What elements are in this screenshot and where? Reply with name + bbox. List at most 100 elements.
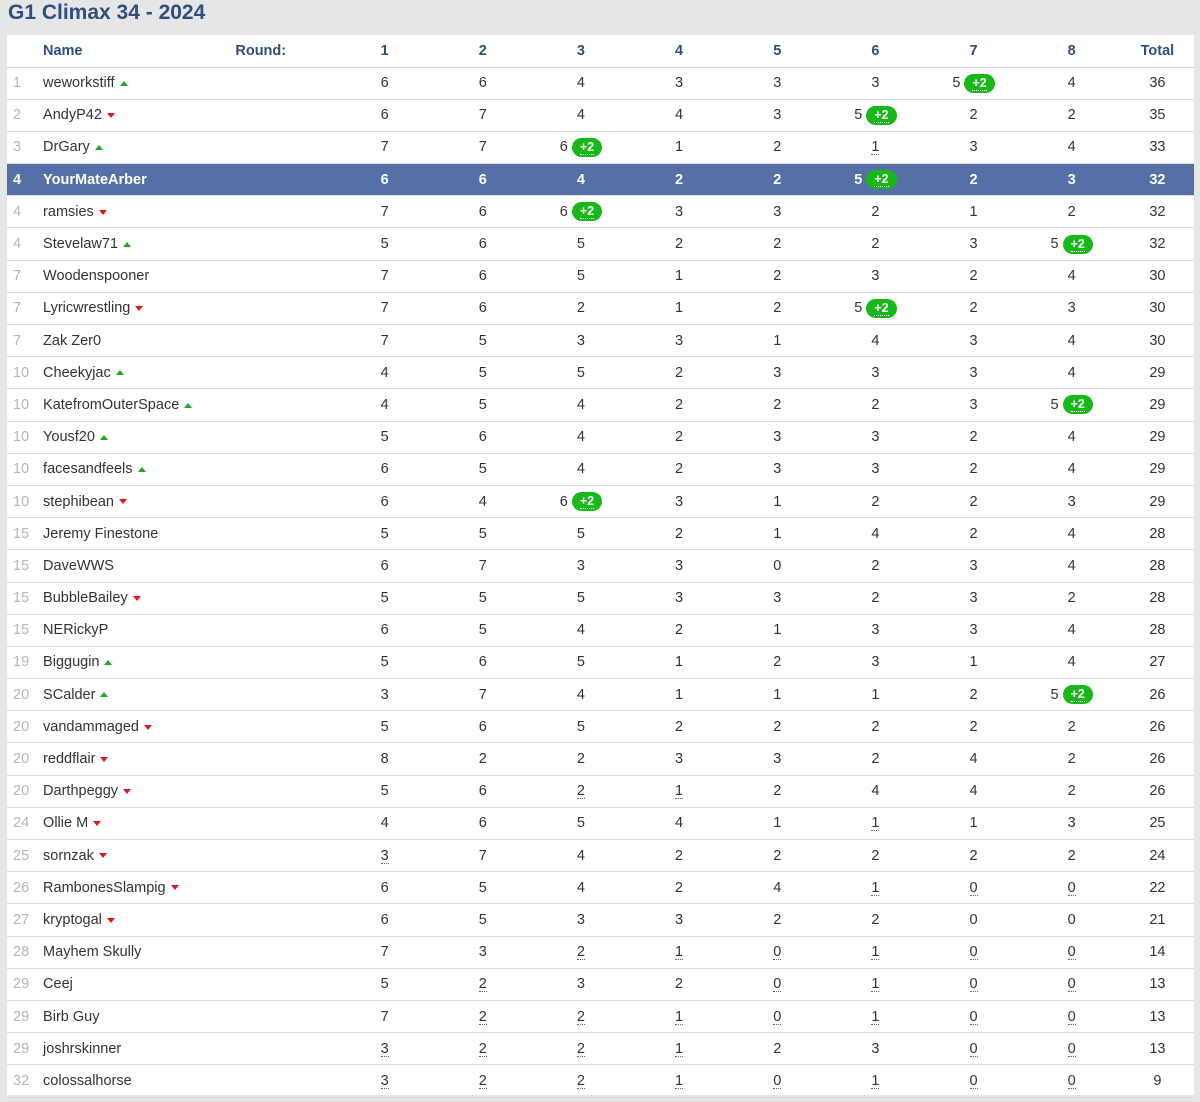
bonus-badge[interactable]: +2 bbox=[1062, 685, 1093, 705]
score-value[interactable]: 3 bbox=[380, 1041, 389, 1057]
score-value[interactable]: 0 bbox=[773, 1009, 782, 1025]
score-value[interactable]: 2 bbox=[576, 945, 585, 961]
table-row[interactable]: 7 Woodenspooner 7 6 5 1 2 3 2 4 30 bbox=[7, 260, 1194, 293]
bonus-badge[interactable]: +2 bbox=[1062, 395, 1093, 415]
table-row[interactable]: 20 Darthpeggy 5 6 2 1 2 4 4 2 26 bbox=[7, 775, 1194, 808]
table-row[interactable]: 15 DaveWWS 6 7 3 3 0 2 3 4 28 bbox=[7, 550, 1194, 582]
table-row[interactable]: 4 ramsies 7 6 6 +2 3 3 2 1 2 32 bbox=[7, 196, 1194, 228]
table-row[interactable]: 4 Stevelaw71 5 6 5 2 2 2 3 5 +2 32 bbox=[7, 228, 1194, 261]
score-value[interactable]: 0 bbox=[773, 977, 782, 993]
player-name[interactable]: ramsies bbox=[43, 204, 94, 220]
table-row[interactable]: 10 KatefromOuterSpace 4 5 4 2 2 2 3 5 +2 29 bbox=[7, 389, 1194, 422]
player-name[interactable]: Mayhem Skully bbox=[43, 944, 141, 960]
score-value[interactable]: 2 bbox=[576, 784, 585, 800]
player-name[interactable]: Cheekyjac bbox=[43, 365, 111, 381]
table-row[interactable]: 15 BubbleBailey 5 5 5 3 3 2 3 2 28 bbox=[7, 582, 1194, 615]
bonus-badge[interactable]: +2 bbox=[964, 73, 995, 93]
table-row-highlighted[interactable]: 4 YourMateArber 6 6 4 2 2 5 +2 2 3 32 bbox=[7, 163, 1194, 196]
bonus-badge[interactable]: +2 bbox=[866, 298, 897, 318]
player-name-cell[interactable]: NERickyP bbox=[37, 614, 335, 646]
table-row[interactable]: 3 DrGary 7 7 6 +2 1 2 1 3 4 33 bbox=[7, 131, 1194, 164]
score-value[interactable]: 1 bbox=[675, 1009, 684, 1025]
table-row[interactable]: 20 SCalder 3 7 4 1 1 1 2 5 +2 26 bbox=[7, 679, 1194, 711]
table-row[interactable]: 24 Ollie M 4 6 5 4 1 1 1 3 25 bbox=[7, 807, 1194, 840]
player-name-cell[interactable]: vandammaged bbox=[37, 711, 335, 743]
player-name[interactable]: Zak Zer0 bbox=[43, 333, 101, 349]
score-value[interactable]: 1 bbox=[675, 945, 684, 961]
player-name-cell[interactable]: Lyricwrestling bbox=[37, 292, 335, 324]
score-value[interactable]: 1 bbox=[871, 816, 880, 832]
player-name-cell[interactable]: Mayhem Skully bbox=[37, 936, 335, 968]
player-name-cell[interactable]: ramsies bbox=[37, 196, 335, 228]
table-row[interactable]: 20 reddflair 8 2 2 3 3 2 4 2 26 bbox=[7, 743, 1194, 776]
header-total[interactable]: Total bbox=[1120, 35, 1194, 68]
header-round-4[interactable]: 4 bbox=[630, 35, 729, 68]
table-row[interactable]: 15 Jeremy Finestone 5 5 5 2 1 4 2 4 28 bbox=[7, 518, 1194, 550]
header-round-2[interactable]: 2 bbox=[433, 35, 532, 68]
player-name[interactable]: Jeremy Finestone bbox=[43, 526, 158, 542]
player-name-cell[interactable]: Woodenspooner bbox=[37, 260, 335, 292]
player-name-cell[interactable]: colossalhorse bbox=[37, 1065, 335, 1097]
player-name[interactable]: KatefromOuterSpace bbox=[43, 397, 179, 413]
score-value[interactable]: 0 bbox=[1067, 1009, 1076, 1025]
bonus-badge[interactable]: +2 bbox=[1062, 234, 1093, 254]
score-value[interactable]: 1 bbox=[675, 1074, 684, 1089]
player-name-cell[interactable]: YourMateArber bbox=[37, 164, 335, 196]
player-name[interactable]: reddflair bbox=[43, 751, 95, 767]
score-value[interactable]: 0 bbox=[969, 1074, 978, 1089]
score-value[interactable]: 1 bbox=[871, 881, 880, 896]
player-name[interactable]: joshrskinner bbox=[43, 1041, 121, 1057]
header-round-3[interactable]: 3 bbox=[531, 35, 630, 68]
player-name[interactable]: YourMateArber bbox=[43, 172, 147, 188]
header-round-5[interactable]: 5 bbox=[728, 35, 827, 68]
table-row[interactable]: 28 Mayhem Skully 7 3 2 1 0 1 0 0 14 bbox=[7, 936, 1194, 969]
score-value[interactable]: 0 bbox=[773, 945, 782, 961]
score-value[interactable]: 1 bbox=[871, 140, 880, 156]
score-value[interactable]: 0 bbox=[1067, 1074, 1076, 1089]
bonus-badge[interactable]: +2 bbox=[571, 492, 603, 512]
player-name[interactable]: SCalder bbox=[43, 687, 95, 703]
score-value[interactable]: 2 bbox=[478, 1074, 487, 1089]
table-row[interactable]: 15 NERickyP 6 5 4 2 1 3 3 4 28 bbox=[7, 614, 1194, 647]
player-name-cell[interactable]: DrGary bbox=[37, 131, 335, 163]
table-row[interactable]: 27 kryptogal 6 5 3 3 2 2 0 0 21 bbox=[7, 904, 1194, 937]
player-name[interactable]: sornzak bbox=[43, 848, 94, 864]
score-value[interactable]: 0 bbox=[773, 1074, 782, 1089]
table-row[interactable]: 20 vandammaged 5 6 5 2 2 2 2 2 26 bbox=[7, 711, 1194, 743]
score-value[interactable]: 1 bbox=[675, 784, 684, 800]
table-row[interactable]: 2 AndyP42 6 7 4 4 3 5 +2 2 2 35 bbox=[7, 99, 1194, 132]
player-name-cell[interactable]: sornzak bbox=[37, 840, 335, 872]
score-value[interactable]: 0 bbox=[1067, 881, 1076, 896]
player-name-cell[interactable]: Ollie M bbox=[37, 807, 335, 839]
player-name-cell[interactable]: weworkstiff bbox=[37, 67, 335, 99]
score-value[interactable]: 2 bbox=[576, 1041, 585, 1057]
score-value[interactable]: 0 bbox=[969, 945, 978, 961]
player-name[interactable]: BubbleBailey bbox=[43, 590, 128, 606]
table-row[interactable]: 29 Birb Guy 7 2 2 1 0 1 0 0 13 bbox=[7, 1000, 1194, 1033]
player-name[interactable]: Lyricwrestling bbox=[43, 300, 130, 316]
player-name[interactable]: vandammaged bbox=[43, 719, 139, 735]
player-name[interactable]: DrGary bbox=[43, 139, 90, 155]
player-name-cell[interactable]: kryptogal bbox=[37, 904, 335, 936]
score-value[interactable]: 0 bbox=[1067, 977, 1076, 993]
score-value[interactable]: 2 bbox=[478, 1041, 487, 1057]
bonus-badge[interactable]: +2 bbox=[866, 105, 897, 125]
player-name-cell[interactable]: reddflair bbox=[37, 743, 335, 775]
score-value[interactable]: 1 bbox=[871, 945, 880, 961]
table-row[interactable]: 10 Cheekyjac 4 5 5 2 3 3 3 4 29 bbox=[7, 357, 1194, 389]
player-name[interactable]: Biggugin bbox=[43, 654, 99, 670]
score-value[interactable]: 3 bbox=[380, 848, 389, 864]
table-row[interactable]: 10 facesandfeels 6 5 4 2 3 3 2 4 29 bbox=[7, 453, 1194, 486]
player-name-cell[interactable]: Biggugin bbox=[37, 646, 335, 678]
player-name-cell[interactable]: SCalder bbox=[37, 679, 335, 711]
table-row[interactable]: 10 stephibean 6 4 6 +2 3 1 2 2 3 29 bbox=[7, 485, 1194, 518]
score-value[interactable]: 0 bbox=[1067, 1041, 1076, 1057]
header-round-7[interactable]: 7 bbox=[924, 35, 1023, 68]
player-name-cell[interactable]: Stevelaw71 bbox=[37, 228, 335, 260]
player-name[interactable]: Woodenspooner bbox=[43, 268, 149, 284]
table-row[interactable]: 26 RambonesSlampig 6 5 4 2 4 1 0 0 22 bbox=[7, 872, 1194, 904]
table-row[interactable]: 7 Zak Zer0 7 5 3 3 1 4 3 4 30 bbox=[7, 325, 1194, 357]
player-name[interactable]: Yousf20 bbox=[43, 429, 95, 445]
player-name-cell[interactable]: DaveWWS bbox=[37, 550, 335, 582]
player-name-cell[interactable]: Cheekyjac bbox=[37, 357, 335, 389]
